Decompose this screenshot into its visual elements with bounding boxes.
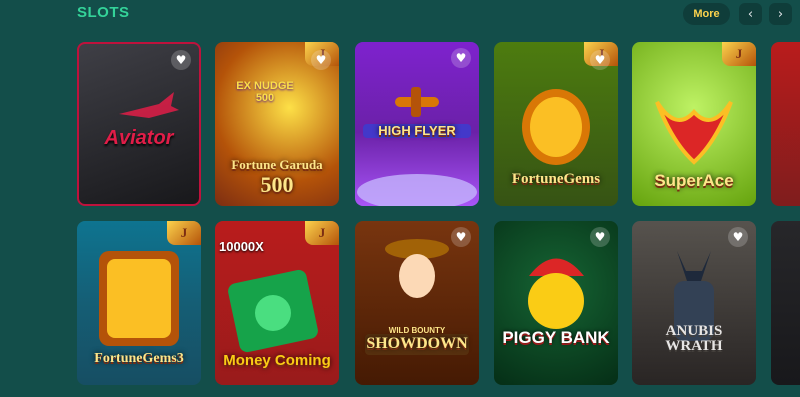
game-tile-piggy-bank[interactable]: PIGGY BANK ♥ (494, 221, 618, 385)
favorite-button[interactable]: ♥ (728, 227, 748, 247)
heart-icon: ♥ (175, 53, 187, 67)
heart-icon: ♥ (455, 51, 467, 65)
jili-badge: J (722, 42, 756, 66)
game-title: PIGGY BANK (502, 328, 610, 348)
badge-glyph: J (735, 46, 743, 61)
jili-badge: J (167, 221, 201, 245)
heart-icon: ♥ (594, 53, 606, 67)
jili-badge: J (305, 221, 339, 245)
game-tile-anubis-wrath[interactable]: ANUBIS WRATH ♥ (632, 221, 756, 385)
favorite-button[interactable]: ♥ (311, 50, 331, 70)
game-tile-aviator[interactable]: Aviator ♥ (77, 42, 201, 206)
game-tile-fortune-gems[interactable]: FortuneGems J ♥ (494, 42, 618, 206)
favorite-button[interactable]: ♥ (171, 50, 191, 70)
game-tile-super-ace[interactable]: SuperAce J (632, 42, 756, 206)
game-title: SuperAce (654, 171, 734, 191)
heart-icon: ♥ (594, 230, 606, 244)
nudge-label: EX NUDGE 500 (236, 80, 294, 104)
favorite-button[interactable]: ♥ (590, 50, 610, 70)
badge-glyph: J (318, 225, 326, 240)
game-title: FortuneGems (511, 171, 601, 188)
game-title: SHOWDOWN (365, 334, 469, 355)
game-tile-partial[interactable] (771, 221, 800, 385)
game-tile-fortune-garuda[interactable]: EX NUDGE 500 Fortune Garuda 500 J ♥ (215, 42, 339, 206)
favorite-button[interactable]: ♥ (451, 48, 471, 68)
game-title: Money Coming (223, 352, 331, 370)
badge-glyph: J (180, 225, 188, 240)
game-subtitle: 500 (260, 172, 294, 197)
game-tile-wild-bounty-showdown[interactable]: WILD BOUNTY SHOWDOWN ♥ (355, 221, 479, 385)
game-tile-high-flyer[interactable]: HIGH FLYER ♥ (355, 42, 479, 206)
game-title: HIGH FLYER (363, 124, 471, 138)
heart-icon: ♥ (315, 53, 327, 67)
favorite-button[interactable]: ♥ (590, 227, 610, 247)
game-title: Fortune Garuda (231, 157, 323, 173)
heart-icon: ♥ (732, 230, 744, 244)
game-grid: Aviator ♥ EX NUDGE 500 Fortune Garuda 50… (0, 0, 800, 397)
favorite-button[interactable]: ♥ (451, 227, 471, 247)
game-tile-partial[interactable] (771, 42, 800, 206)
game-tile-fortune-gems-3[interactable]: FortuneGems3 J (77, 221, 201, 385)
game-title: FortuneGems3 (94, 351, 184, 367)
heart-icon: ♥ (455, 230, 467, 244)
game-tile-money-coming[interactable]: 10000X Money Coming J (215, 221, 339, 385)
game-title: ANUBIS WRATH (665, 322, 723, 355)
game-title: Aviator (104, 127, 174, 149)
